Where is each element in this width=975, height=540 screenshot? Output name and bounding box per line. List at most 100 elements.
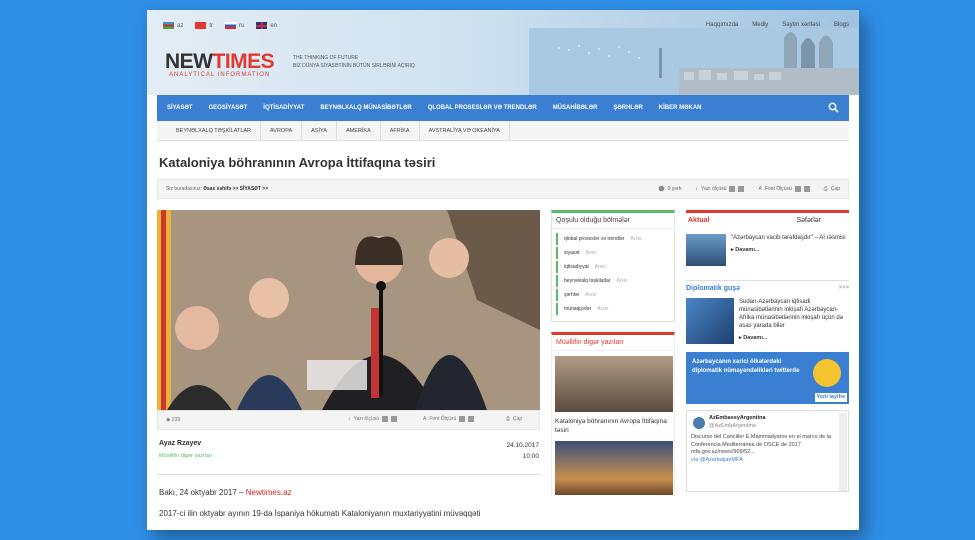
twitter-feed: AzEmbassyArgentina @AzEmbArgentina Discu… bbox=[686, 410, 849, 492]
network-icon bbox=[813, 359, 841, 387]
font-decrease-icon[interactable] bbox=[794, 185, 801, 192]
decrease-icon[interactable] bbox=[729, 185, 736, 192]
diplomatic-more-link[interactable]: ▸ Davamı... bbox=[739, 335, 849, 341]
author-articles-title: Müəllifin digər yazıları bbox=[552, 335, 674, 351]
categories-panel: Qoşulu olduğu bölmələr qlobal proseslər … bbox=[551, 210, 675, 322]
font-icon: A bbox=[758, 185, 762, 192]
nav-economy[interactable]: İQTİSADİYYAT bbox=[263, 105, 304, 111]
font-increase-icon[interactable] bbox=[468, 416, 475, 422]
subnav-america[interactable]: AMERİKA bbox=[337, 120, 381, 141]
nav-global-processes[interactable]: QLOBAL PROSESLƏR VƏ TRENDLƏR bbox=[428, 105, 537, 111]
tab-seferler[interactable]: Səfərlər bbox=[769, 213, 850, 228]
main-nav: SİYASƏT GEOSİYASƏT İQTİSADİYYAT BEYNƏLXA… bbox=[157, 95, 849, 121]
diplomatic-corner-more[interactable]: >>> bbox=[838, 285, 849, 292]
flag-en-icon bbox=[256, 22, 268, 29]
subnav-europe[interactable]: AVROPA bbox=[261, 120, 303, 141]
site-tagline: THE THINKING OF FUTURE BİZ DÜNYA SİYASƏT… bbox=[293, 55, 415, 69]
divider bbox=[157, 474, 540, 475]
increase-icon[interactable] bbox=[390, 416, 397, 422]
top-nav-about[interactable]: Haqqımızda bbox=[706, 22, 738, 28]
nav-interviews[interactable]: MÜSAHİBƏLƏR bbox=[553, 105, 598, 111]
photo-print-button[interactable]: ⎙ Çap bbox=[506, 416, 522, 422]
news-item[interactable]: "Azərbaycan vacib tərəfdaşdır" – Aİ rəsm… bbox=[686, 228, 849, 266]
tweet-author[interactable]: AzEmbassyArgentina bbox=[709, 415, 844, 423]
flag-tr-icon bbox=[195, 22, 207, 29]
site-logo[interactable]: NEWTIMES bbox=[165, 50, 275, 74]
subnav-africa[interactable]: AFRİKA bbox=[381, 120, 420, 141]
news-more-link[interactable]: ▸ Davamı... bbox=[731, 247, 846, 253]
breadcrumb: Siz buradasınız: Əsas səhifə >> SİYASƏT … bbox=[166, 186, 269, 192]
right-column: Aktual Səfərlər "Azərbaycan vacib tərəfd… bbox=[686, 210, 849, 492]
tweet-text: Discurso del Canciller E.Mammadyarov en … bbox=[691, 434, 831, 455]
text-size-icon: ↕ bbox=[348, 416, 351, 422]
top-nav-blogs[interactable]: Blogs bbox=[834, 22, 849, 28]
tweet-via[interactable]: vía @AzerbaijanMFA bbox=[691, 457, 844, 465]
news-headline[interactable]: "Azərbaycan vacib tərəfdaşdır" – Aİ rəsm… bbox=[731, 234, 846, 242]
article-toolbar: Siz buradasınız: Əsas səhifə >> SİYASƏT … bbox=[157, 179, 849, 199]
breadcrumb-path[interactable]: Əsas səhifə >> SİYASƏT >> bbox=[203, 186, 268, 192]
nav-politics[interactable]: SİYASƏT bbox=[167, 105, 192, 111]
related-article-thumbnail[interactable] bbox=[555, 356, 673, 412]
middle-column: Qoşulu olduğu bölmələr qlobal proseslər … bbox=[551, 210, 675, 499]
font-icon: A bbox=[423, 416, 427, 422]
categories-list: qlobal proseslər və trendlər Arxiv siyasə… bbox=[552, 229, 674, 321]
category-item[interactable]: iqtisadiyyat Arxiv bbox=[556, 261, 670, 273]
nav-comments[interactable]: ŞƏRHLƏR bbox=[613, 105, 642, 111]
press-conference-illustration bbox=[157, 210, 540, 410]
lang-tr[interactable]: tr bbox=[195, 22, 213, 29]
category-item[interactable]: münaqişələr Arxiv bbox=[556, 303, 670, 315]
flag-az-icon bbox=[163, 22, 174, 29]
lang-en[interactable]: en bbox=[256, 22, 277, 29]
category-item[interactable]: şərhlər Arxiv bbox=[556, 289, 670, 301]
nav-international-relations[interactable]: BEYNƏLXALQ MÜNASİBƏTLƏR bbox=[320, 105, 411, 111]
scrollbar[interactable] bbox=[839, 413, 847, 491]
photo-font-size-control[interactable]: A Font Ölçüsü bbox=[423, 416, 475, 422]
diplomatic-item[interactable]: Sudan-Azərbaycan iqtisadi münasibətlərin… bbox=[686, 292, 849, 344]
news-tabs: Aktual Səfərlər bbox=[686, 210, 849, 228]
article-photo bbox=[157, 210, 540, 410]
author-other-articles-link[interactable]: Müəllifin digər yazıları bbox=[159, 453, 212, 459]
top-nav-sitemap[interactable]: Saytın xəritəsi bbox=[782, 22, 820, 28]
tab-aktual[interactable]: Aktual bbox=[686, 213, 769, 228]
article-tools: 0 şərh ↕ Yazı ölçüsü A Font Ölçüsü ⎙ Çap bbox=[658, 185, 840, 192]
nav-cyber-space[interactable]: KİBER MƏKAN bbox=[659, 105, 702, 111]
photo-text-size-control[interactable]: ↕ Yazı ölçüsü bbox=[348, 416, 397, 422]
categories-panel-title: Qoşulu olduğu bölmələr bbox=[552, 213, 674, 229]
font-decrease-icon[interactable] bbox=[459, 416, 466, 422]
decrease-icon[interactable] bbox=[381, 416, 388, 422]
diplomatic-thumbnail[interactable] bbox=[686, 298, 734, 344]
author-name[interactable]: Ayaz Rzayev bbox=[159, 440, 201, 447]
text-size-control[interactable]: ↕ Yazı ölçüsü bbox=[696, 185, 745, 192]
article-title: Kataloniya böhranının Avropa İttifaqına … bbox=[159, 155, 436, 170]
source-link[interactable]: Newtimes.az bbox=[246, 488, 292, 497]
photo-toolbar: ◉ 239 ↕ Yazı ölçüsü A Font Ölçüsü ⎙ Çap bbox=[157, 410, 540, 430]
print-button[interactable]: ⎙ Çap bbox=[824, 186, 840, 192]
top-nav-media[interactable]: Mediy bbox=[752, 22, 768, 28]
font-increase-icon[interactable] bbox=[803, 185, 810, 192]
diplomatic-headline[interactable]: Sudan-Azərbaycan iqtisadi münasibətlərin… bbox=[739, 298, 849, 330]
subnav-australia[interactable]: AVSTRALİYA VƏ OKEANİYA bbox=[420, 120, 510, 141]
search-icon[interactable] bbox=[828, 102, 839, 113]
category-item[interactable]: qlobal proseslər və trendlər Arxiv bbox=[556, 233, 670, 245]
related-article-thumbnail-2[interactable] bbox=[555, 441, 673, 495]
subnav-asia[interactable]: ASİYA bbox=[302, 120, 337, 141]
lang-ru[interactable]: ru bbox=[225, 22, 244, 29]
related-article-caption[interactable]: Kataloniya böhranının Avropa İttifaqına … bbox=[552, 415, 674, 437]
nav-geopolitics[interactable]: GEOSİYASƏT bbox=[208, 105, 247, 111]
twitter-project-banner[interactable]: Azərbaycanın xarici ölkələrdəki diplomat… bbox=[686, 352, 849, 404]
tweet-handle[interactable]: @AzEmbArgentina bbox=[709, 423, 844, 431]
category-item[interactable]: siyasət Arxiv bbox=[556, 247, 670, 259]
language-switcher: az tr ru en bbox=[163, 22, 277, 29]
avatar[interactable] bbox=[693, 417, 705, 429]
diplomatic-corner-title[interactable]: Diplomatik guşə bbox=[686, 285, 740, 292]
comments-count[interactable]: 0 şərh bbox=[658, 185, 682, 192]
city-skyline-banner bbox=[529, 28, 859, 95]
lang-az[interactable]: az bbox=[163, 22, 183, 29]
flag-ru-icon bbox=[225, 22, 237, 29]
category-item[interactable]: beynəlxalq təşkilatlar Arxiv bbox=[556, 275, 670, 287]
subnav-international-orgs[interactable]: BEYNƏLXALQ TƏŞKİLATLAR bbox=[167, 120, 262, 141]
font-size-control[interactable]: A Font Ölçüsü bbox=[758, 185, 810, 192]
increase-icon[interactable] bbox=[738, 185, 745, 192]
sub-nav: BEYNƏLXALQ TƏŞKİLATLAR AVROPA ASİYA AMER… bbox=[157, 120, 849, 141]
news-thumbnail[interactable] bbox=[686, 234, 726, 266]
